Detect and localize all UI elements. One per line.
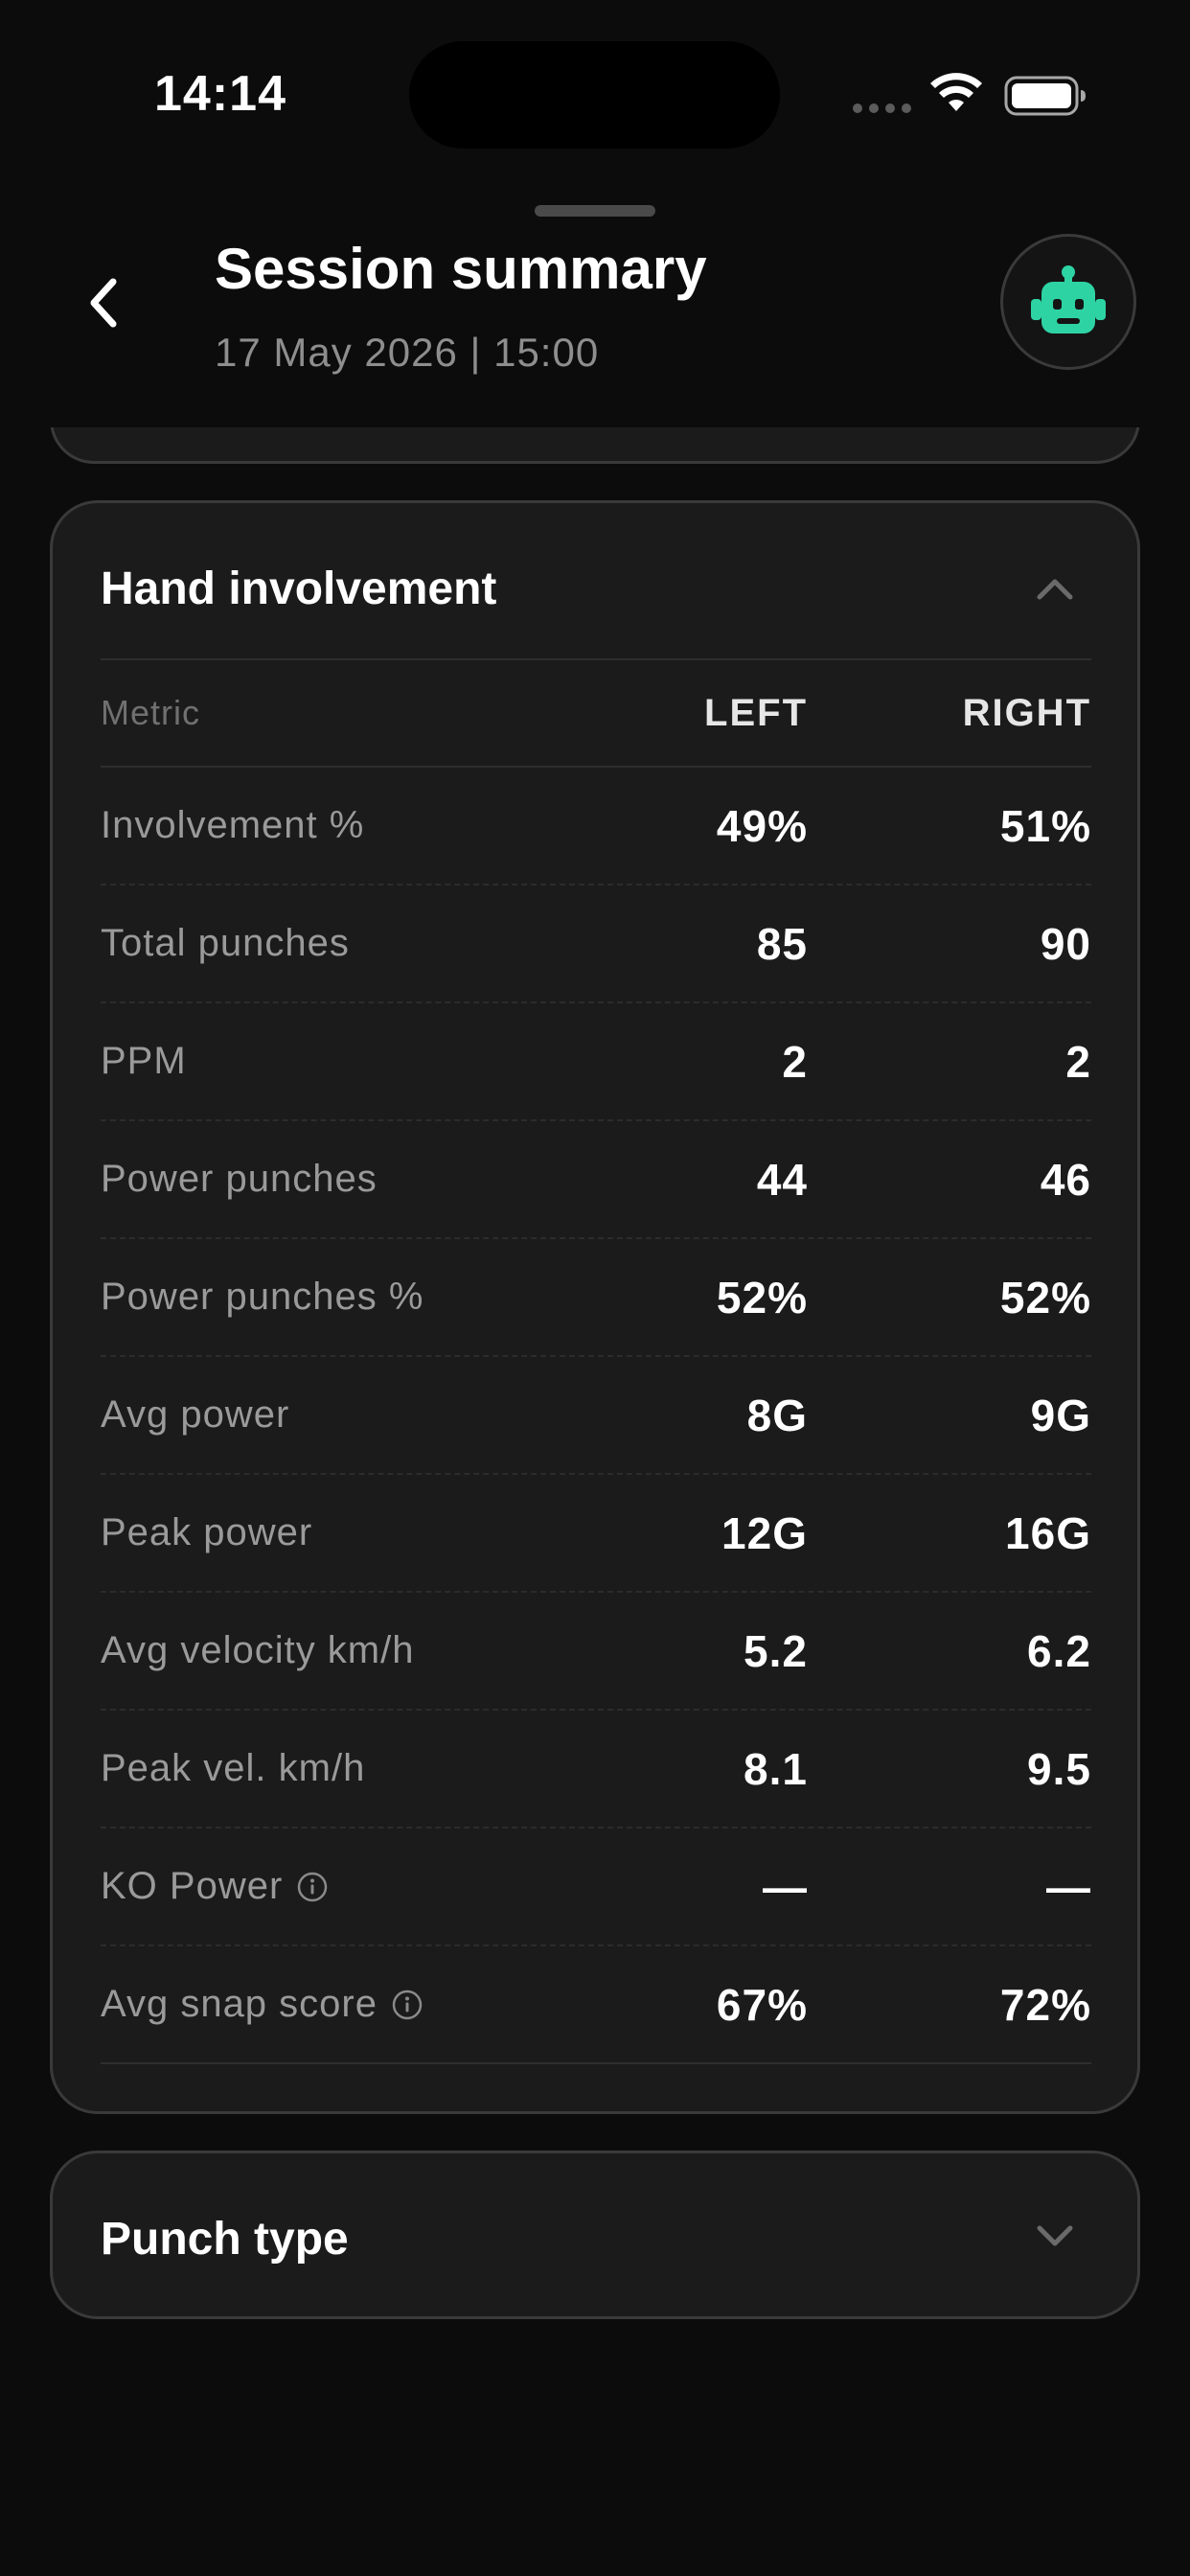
right-value: 9G — [1030, 1390, 1091, 1440]
hand-involvement-title: Hand involvement — [101, 564, 497, 614]
table-row: Involvement % 49% 51% — [101, 768, 1091, 886]
collapse-hand-involvement-button[interactable] — [1026, 561, 1084, 618]
table-row: Power punches 44 46 — [101, 1121, 1091, 1239]
punch-type-card[interactable]: Punch type — [50, 2150, 1140, 2319]
row-label: Power punches — [101, 1158, 378, 1200]
cellular-signal-icon — [853, 104, 911, 113]
row-label: Peak power — [101, 1511, 313, 1553]
status-bar: 14:14 — [0, 0, 1190, 192]
table-row: PPM 2 2 — [101, 1003, 1091, 1121]
page-title: Session summary — [215, 237, 707, 301]
back-button[interactable] — [67, 266, 140, 339]
metric-column-header: Metric — [101, 693, 200, 732]
info-icon[interactable] — [391, 1989, 423, 2021]
left-value: 52% — [716, 1272, 808, 1322]
table-row: Peak vel. km/h 8.1 9.5 — [101, 1711, 1091, 1828]
assistant-button[interactable] — [1000, 234, 1136, 370]
robot-icon — [1031, 265, 1106, 334]
left-value: 49% — [716, 800, 808, 851]
chevron-left-icon — [90, 278, 117, 328]
sheet-grabber[interactable] — [535, 205, 655, 217]
row-label: Total punches — [101, 922, 350, 964]
battery-icon — [1004, 76, 1086, 116]
dynamic-island — [409, 41, 780, 149]
table-row: Avg velocity km/h 5.2 6.2 — [101, 1593, 1091, 1711]
row-label: Peak vel. km/h — [101, 1747, 366, 1789]
row-label: PPM — [101, 1040, 187, 1082]
row-label: Avg power — [101, 1393, 290, 1436]
chevron-up-icon — [1037, 579, 1073, 600]
chevron-down-icon — [1037, 2225, 1073, 2246]
right-value: 6.2 — [1027, 1625, 1091, 1676]
table-row: Avg snap score 67% 72% — [101, 1946, 1091, 2064]
left-value: 2 — [782, 1036, 808, 1087]
table-row: Power punches % 52% 52% — [101, 1239, 1091, 1357]
table-row: KO Power — — — [101, 1828, 1091, 1946]
left-value: 12G — [721, 1507, 808, 1558]
right-column-header: RIGHT — [962, 691, 1091, 734]
wifi-icon — [930, 73, 982, 111]
right-value: 90 — [1040, 918, 1091, 969]
row-label: Involvement % — [101, 804, 365, 846]
table-row: Peak power 12G 16G — [101, 1475, 1091, 1593]
row-label: Power punches % — [101, 1276, 424, 1318]
status-time: 14:14 — [154, 66, 286, 122]
hand-involvement-card: Hand involvement Metric LEFT RIGHT Invol… — [50, 500, 1140, 2114]
right-value: 9.5 — [1027, 1743, 1091, 1794]
left-value: 44 — [756, 1154, 808, 1205]
row-label: KO Power — [101, 1865, 284, 1907]
left-value: 8G — [746, 1390, 808, 1440]
table-header: Metric LEFT RIGHT — [101, 658, 1091, 768]
right-value: 16G — [1005, 1507, 1091, 1558]
table-row: Avg power 8G 9G — [101, 1357, 1091, 1475]
right-value: 46 — [1040, 1154, 1091, 1205]
right-value: 2 — [1065, 1036, 1091, 1087]
left-value: 67% — [716, 1979, 808, 2030]
right-value: 52% — [999, 1272, 1091, 1322]
expand-punch-type-button[interactable] — [1026, 2207, 1084, 2265]
row-label: Avg velocity km/h — [101, 1629, 415, 1671]
row-label: Avg snap score — [101, 1983, 378, 2025]
session-datetime: 17 May 2026 | 15:00 — [215, 330, 600, 375]
right-value: 72% — [999, 1979, 1091, 2030]
right-value: — — [1046, 1861, 1091, 1912]
left-value: 5.2 — [744, 1625, 808, 1676]
punch-type-title: Punch type — [101, 2214, 349, 2265]
left-value: 8.1 — [744, 1743, 808, 1794]
right-value: 51% — [999, 800, 1091, 851]
hand-involvement-table: Metric LEFT RIGHT Involvement % 49% 51% … — [101, 658, 1091, 2064]
left-column-header: LEFT — [704, 691, 808, 734]
info-icon[interactable] — [296, 1871, 329, 1903]
left-value: 85 — [756, 918, 808, 969]
table-row: Total punches 85 90 — [101, 886, 1091, 1003]
left-value: — — [763, 1861, 808, 1912]
